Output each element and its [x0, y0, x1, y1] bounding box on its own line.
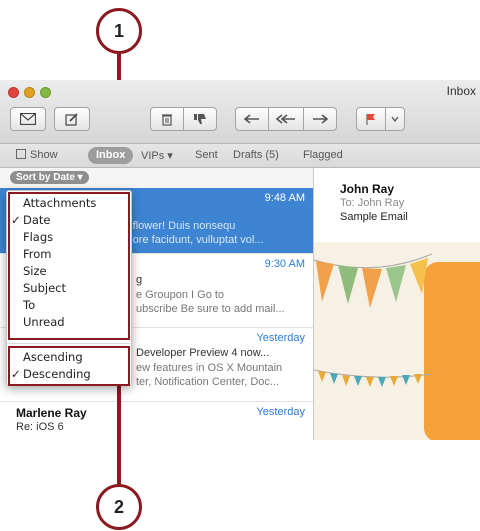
preview-body-image	[314, 242, 480, 440]
flag-icon	[366, 113, 375, 125]
menu-item-label: Unread	[23, 315, 65, 329]
forward-icon	[313, 114, 328, 124]
message-row[interactable]: Yesterday Marlene Ray Re: iOS 6	[0, 402, 313, 440]
sort-menu-item-descending[interactable]: ✓ Descending	[7, 366, 131, 383]
message-preview-line: ubscribe Be sure to add mail...	[136, 303, 285, 315]
sort-menu-item-attachments[interactable]: Attachments	[7, 195, 131, 212]
message-time: Yesterday	[256, 332, 305, 344]
delete-button[interactable]	[150, 107, 184, 131]
show-label: Show	[30, 149, 58, 161]
favorites-bar: Show Inbox VIPs ▾ Sent Drafts (5) Flagge…	[0, 144, 480, 168]
sort-menu-item-subject[interactable]: Subject	[7, 280, 131, 297]
preview-subject: Sample Email	[340, 211, 408, 223]
callout-2: 2	[96, 484, 142, 530]
flag-button[interactable]	[356, 107, 386, 131]
junk-button[interactable]	[183, 107, 217, 131]
reply-icon	[244, 114, 259, 124]
message-sender: Marlene Ray	[16, 406, 87, 420]
menu-separator	[7, 343, 131, 344]
sort-menu-item-ascending[interactable]: Ascending	[7, 349, 131, 366]
preview-recipient: To: John Ray	[340, 197, 405, 209]
callout-1: 1	[96, 8, 142, 54]
sort-menu-item-from[interactable]: From	[7, 246, 131, 263]
message-subject: Re: iOS 6	[16, 421, 64, 433]
close-window-button[interactable]	[8, 87, 19, 98]
checkmark-icon: ✓	[11, 213, 21, 227]
message-time: 9:30 AM	[264, 258, 305, 270]
favorite-sent[interactable]: Sent	[195, 149, 218, 161]
reply-all-icon	[276, 114, 295, 124]
titlebar: Inbox	[0, 80, 480, 144]
zoom-window-button[interactable]	[40, 87, 51, 98]
compose-button[interactable]	[54, 107, 90, 131]
trash-icon	[162, 113, 172, 126]
message-preview-line: ter, Notification Center, Doc...	[136, 376, 280, 388]
forward-button[interactable]	[303, 107, 337, 131]
preview-sender: John Ray	[340, 182, 395, 196]
message-preview-line: ew features in OS X Mountain	[136, 362, 283, 374]
reply-all-button[interactable]	[268, 107, 304, 131]
message-time: 9:48 AM	[264, 192, 305, 204]
favorite-vips[interactable]: VIPs ▾	[141, 149, 173, 162]
favorite-inbox[interactable]: Inbox	[88, 147, 134, 164]
sidebar-icon	[16, 149, 26, 159]
message-preview-pane: John Ray To: John Ray Sample Email	[314, 168, 480, 440]
message-subject: Developer Preview 4 now...	[136, 347, 270, 359]
compose-icon	[65, 113, 78, 126]
sort-bar: Sort by Date ▾	[0, 168, 313, 188]
favorite-drafts[interactable]: Drafts (5)	[233, 149, 279, 161]
sort-menu: Attachments ✓ Date Flags From Size Subjec…	[6, 190, 132, 386]
menu-item-label: Flags	[23, 230, 54, 244]
show-mailboxes-button[interactable]: Show	[16, 149, 58, 161]
sort-menu-item-size[interactable]: Size	[7, 263, 131, 280]
menu-item-label: Descending	[23, 367, 91, 381]
message-preview-line: e Groupon I Go to	[136, 289, 225, 301]
callout-2-line	[117, 386, 121, 488]
sort-menu-item-to[interactable]: To	[7, 297, 131, 314]
sort-menu-item-flags[interactable]: Flags	[7, 229, 131, 246]
reply-button[interactable]	[235, 107, 269, 131]
sort-menu-item-date[interactable]: ✓ Date	[7, 212, 131, 229]
menu-item-label: Size	[23, 264, 47, 278]
menu-item-label: From	[23, 247, 52, 261]
get-mail-button[interactable]	[10, 107, 46, 131]
favorite-flagged[interactable]: Flagged	[303, 149, 343, 161]
menu-item-label: Ascending	[23, 350, 83, 364]
sort-by-button[interactable]: Sort by Date ▾	[10, 171, 89, 184]
message-preview-line: tty flower! Duis nonsequ	[118, 220, 236, 232]
thumbs-down-icon	[194, 114, 206, 124]
menu-item-label: Date	[23, 213, 51, 227]
bunting-illustration	[314, 253, 480, 440]
window-title: Inbox	[446, 84, 476, 98]
message-preview-line: dolore facidunt, vulluptat vol...	[118, 234, 264, 246]
minimize-window-button[interactable]	[24, 87, 35, 98]
sort-menu-item-unread[interactable]: Unread	[7, 314, 131, 331]
chevron-down-icon	[391, 116, 399, 122]
message-subject: g	[136, 274, 143, 286]
envelope-icon	[20, 113, 36, 125]
checkmark-icon: ✓	[11, 367, 21, 381]
menu-item-label: To	[23, 298, 36, 312]
flag-menu-button[interactable]	[385, 107, 405, 131]
menu-item-label: Subject	[23, 281, 66, 295]
menu-item-label: Attachments	[23, 196, 97, 210]
